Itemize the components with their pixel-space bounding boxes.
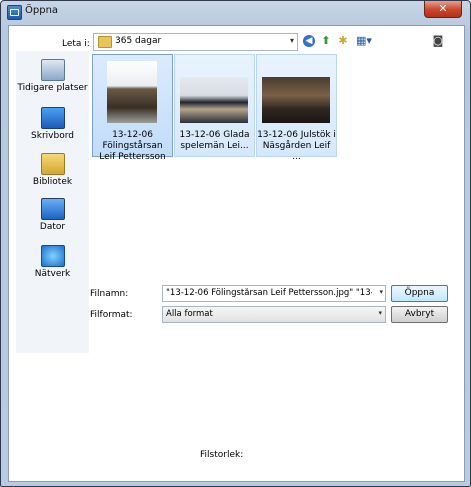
photo-thumbnail xyxy=(262,77,330,123)
chevron-down-icon: ▾ xyxy=(378,309,382,317)
close-button[interactable]: ✕ xyxy=(424,1,462,18)
filename-label: Filnamn: xyxy=(90,289,129,299)
chevron-down-icon[interactable]: ▾ xyxy=(379,288,383,296)
folder-icon xyxy=(98,36,112,48)
place-label: Bibliotek xyxy=(32,177,73,187)
up-folder-icon[interactable]: ⬆ xyxy=(320,35,332,47)
network-icon xyxy=(40,245,65,267)
file-item[interactable]: 13-12-06 Glada spelemän Lei... xyxy=(174,54,255,157)
filename-input[interactable]: "13-12-06 Fölingstårsan Leif Pettersson.… xyxy=(162,285,386,302)
file-item[interactable]: 13-12-06 Fölingstårsan Leif Pettersson xyxy=(92,54,173,162)
desktop-icon xyxy=(40,107,65,129)
dialog-body: Leta i: 365 dagar ▾ ◀ ⬆ ✱ ▦▾ ◙ Tidigare … xyxy=(8,25,465,482)
views-menu-icon[interactable]: ▦▾ xyxy=(355,35,373,47)
look-in-label: Leta i: xyxy=(62,39,90,49)
filename-value: "13-12-06 Fölingstårsan Leif Pettersson.… xyxy=(166,288,372,298)
place-label: Nätverk xyxy=(34,269,71,279)
new-folder-icon[interactable]: ✱ xyxy=(337,35,349,47)
photo-thumbnail xyxy=(107,61,157,123)
window-title: Öppna xyxy=(25,5,59,16)
photo-thumbnail xyxy=(180,77,248,123)
place-computer[interactable]: Dator xyxy=(16,198,89,232)
file-size-label: Filstorlek: xyxy=(200,450,244,460)
filetype-label: Filformat: xyxy=(90,310,133,320)
place-network[interactable]: Nätverk xyxy=(16,245,89,279)
open-dialog: Öppna ✕ Leta i: 365 dagar ▾ ◀ ⬆ ✱ ▦▾ ◙ T… xyxy=(0,0,471,487)
file-item[interactable]: 13-12-06 Julstök i Näsgården Leif ... xyxy=(256,54,337,162)
filetype-value: Alla format xyxy=(166,309,213,319)
file-caption: 13-12-06 Julstök i Näsgården Leif ... xyxy=(257,130,336,162)
place-recent[interactable]: Tidigare platser xyxy=(16,59,89,93)
place-label: Dator xyxy=(39,222,66,232)
chevron-down-icon[interactable]: ▾ xyxy=(290,36,294,45)
file-list[interactable]: 13-12-06 Fölingstårsan Leif Pettersson 1… xyxy=(90,51,448,273)
libraries-icon xyxy=(40,153,65,175)
place-label: Skrivbord xyxy=(31,131,74,141)
place-label: Tidigare platser xyxy=(17,83,88,93)
place-desktop[interactable]: Skrivbord xyxy=(16,107,89,141)
app-icon xyxy=(7,5,22,20)
places-bar: Tidigare platser Skrivbord Bibliotek Dat… xyxy=(16,51,89,353)
look-in-dropdown[interactable]: 365 dagar ▾ xyxy=(93,33,298,51)
file-caption: 13-12-06 Glada spelemän Lei... xyxy=(179,130,250,151)
recent-places-icon xyxy=(40,59,65,81)
title-bar[interactable]: Öppna ✕ xyxy=(1,1,470,23)
back-icon[interactable]: ◀ xyxy=(303,35,315,47)
place-libraries[interactable]: Bibliotek xyxy=(16,153,89,187)
filetype-select[interactable]: Alla format ▾ xyxy=(162,306,386,323)
computer-icon xyxy=(40,198,65,220)
cancel-button[interactable]: Avbryt xyxy=(391,306,448,323)
look-in-value: 365 dagar xyxy=(115,36,162,46)
camera-icon[interactable]: ◙ xyxy=(432,35,444,47)
open-button[interactable]: Öppna xyxy=(391,285,448,302)
file-caption: 13-12-06 Fölingstårsan Leif Pettersson xyxy=(99,130,166,162)
